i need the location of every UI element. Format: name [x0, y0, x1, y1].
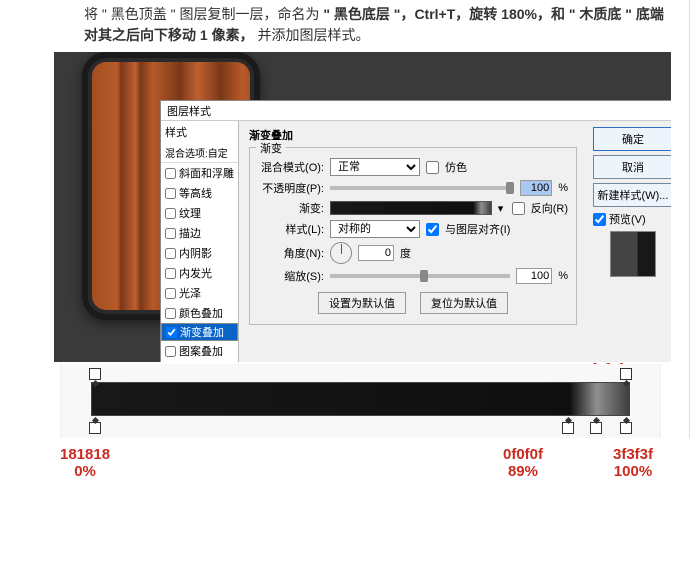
effect-item[interactable]: 内阴影: [161, 243, 238, 263]
gradient-group-label: 渐变: [256, 140, 286, 156]
gradient-bar[interactable]: [91, 382, 630, 416]
ok-button[interactable]: 确定: [593, 127, 671, 151]
gradient-group: 渐变 混合模式(O): 正常 仿色 不透明度(P): %: [249, 147, 577, 325]
gradient-picker[interactable]: [330, 201, 492, 215]
new-style-button[interactable]: 新建样式(W)...: [593, 183, 671, 207]
effect-checkbox[interactable]: [165, 308, 176, 319]
align-checkbox[interactable]: [426, 223, 439, 236]
style-list-panel: 样式 混合选项:自定 斜面和浮雕等高线纹理描边内阴影内发光光泽颜色叠加渐变叠加图…: [161, 121, 239, 362]
opacity-input[interactable]: [520, 180, 552, 196]
angle-dial[interactable]: [330, 242, 352, 264]
gradient-label: 渐变:: [258, 200, 324, 216]
effect-item[interactable]: 外发光: [161, 361, 238, 362]
effect-label: 纹理: [179, 205, 201, 221]
cancel-button[interactable]: 取消: [593, 155, 671, 179]
styles-heading: 样式: [161, 121, 238, 143]
effect-checkbox[interactable]: [166, 327, 177, 338]
effect-checkbox[interactable]: [165, 208, 176, 219]
opacity-slider[interactable]: [330, 186, 514, 190]
scale-slider[interactable]: [330, 274, 510, 278]
effect-checkbox[interactable]: [165, 168, 176, 179]
opacity-stop-right[interactable]: [620, 368, 632, 380]
dither-label: 仿色: [445, 159, 467, 175]
effect-item[interactable]: 渐变叠加: [161, 323, 238, 341]
layer-effects-list: 斜面和浮雕等高线纹理描边内阴影内发光光泽颜色叠加渐变叠加图案叠加外发光: [161, 163, 238, 362]
dither-checkbox[interactable]: [426, 161, 439, 174]
effect-item[interactable]: 描边: [161, 223, 238, 243]
effect-checkbox[interactable]: [165, 248, 176, 259]
set-default-button[interactable]: 设置为默认值: [318, 292, 406, 314]
reverse-label: 反向(R): [531, 200, 568, 216]
effect-item[interactable]: 等高线: [161, 183, 238, 203]
angle-input[interactable]: [358, 245, 394, 261]
style-select[interactable]: 对称的: [330, 220, 420, 238]
color-stop-94[interactable]: [590, 422, 602, 434]
dialog-buttons-column: 确定 取消 新建样式(W)... 预览(V): [587, 121, 671, 362]
dialog-title[interactable]: 图层样式: [161, 101, 671, 121]
scale-unit: %: [558, 270, 568, 282]
effect-label: 颜色叠加: [179, 305, 223, 321]
blend-mode-select[interactable]: 正常: [330, 158, 420, 176]
effect-item[interactable]: 颜色叠加: [161, 303, 238, 323]
effect-label: 光泽: [179, 285, 201, 301]
effect-label: 等高线: [179, 185, 212, 201]
opacity-unit: %: [558, 182, 568, 194]
color-stop-0[interactable]: [89, 422, 101, 434]
effect-label: 渐变叠加: [180, 324, 224, 340]
opacity-stop-left[interactable]: [89, 368, 101, 380]
effect-checkbox[interactable]: [165, 188, 176, 199]
preview-canvas: 图层样式 样式 混合选项:自定 斜面和浮雕等高线纹理描边内阴影内发光光泽颜色叠加…: [54, 52, 671, 362]
instr-p1c: 并添加图层样式。: [257, 27, 369, 43]
reset-default-button[interactable]: 复位为默认值: [420, 292, 508, 314]
blend-mode-label: 混合模式(O):: [258, 159, 324, 175]
color-stop-100[interactable]: [620, 422, 632, 434]
effect-label: 内发光: [179, 265, 212, 281]
instr-p1a: 将 " 黑色顶盖 " 图层复制一层，命名为: [84, 6, 320, 22]
preview-swatch: [610, 231, 656, 277]
layer-style-dialog: 图层样式 样式 混合选项:自定 斜面和浮雕等高线纹理描边内阴影内发光光泽颜色叠加…: [160, 100, 671, 362]
effect-item[interactable]: 光泽: [161, 283, 238, 303]
gradient-overlay-panel: 渐变叠加 渐变 混合模式(O): 正常 仿色 不透明度(P):: [239, 121, 587, 362]
effect-checkbox[interactable]: [165, 288, 176, 299]
effect-item[interactable]: 斜面和浮雕: [161, 163, 238, 183]
reverse-checkbox[interactable]: [512, 202, 525, 215]
effect-label: 斜面和浮雕: [179, 165, 234, 181]
effect-item[interactable]: 纹理: [161, 203, 238, 223]
effect-checkbox[interactable]: [165, 228, 176, 239]
annotation-stop-100: 3f3f3f100%: [613, 447, 653, 480]
annotation-stop-89: 0f0f0f89%: [503, 447, 543, 480]
scale-label: 缩放(S):: [258, 268, 324, 284]
instruction-text: 将 " 黑色顶盖 " 图层复制一层，命名为 " 黑色底层 "，Ctrl+T，旋转…: [30, 0, 689, 52]
effect-checkbox[interactable]: [165, 268, 176, 279]
gradient-editor-strip: 8f8f8f94% 1818180% 0f0f0f89% 3f3f3f100%: [60, 364, 661, 438]
preview-checkbox[interactable]: [593, 213, 606, 226]
style-label: 样式(L):: [258, 221, 324, 237]
color-stop-89[interactable]: [562, 422, 574, 434]
preview-label: 预览(V): [609, 211, 646, 227]
angle-unit: 度: [400, 245, 411, 261]
opacity-label: 不透明度(P):: [258, 180, 324, 196]
effect-checkbox[interactable]: [165, 346, 176, 357]
panel-title: 渐变叠加: [249, 127, 577, 143]
effect-item[interactable]: 内发光: [161, 263, 238, 283]
blend-options-heading[interactable]: 混合选项:自定: [161, 143, 238, 163]
effect-label: 描边: [179, 225, 201, 241]
scale-input[interactable]: [516, 268, 552, 284]
effect-label: 内阴影: [179, 245, 212, 261]
align-label: 与图层对齐(I): [445, 221, 510, 237]
effect-item[interactable]: 图案叠加: [161, 341, 238, 361]
annotation-stop-0: 1818180%: [60, 447, 110, 480]
angle-label: 角度(N):: [258, 245, 324, 261]
effect-label: 图案叠加: [179, 343, 223, 359]
